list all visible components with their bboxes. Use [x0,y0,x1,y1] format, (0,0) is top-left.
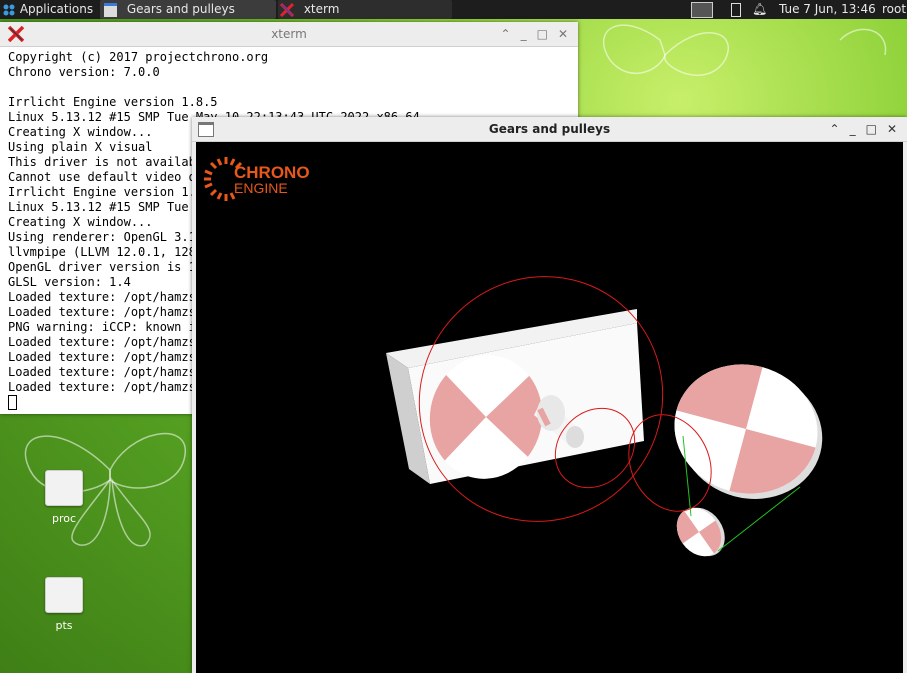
folder-icon [45,577,83,613]
user-menu[interactable]: root [882,0,906,19]
desktop-icon-proc[interactable]: proc [34,470,94,525]
logo-text-engine: ENGINE [234,180,288,196]
xterm-titlebar[interactable]: xterm ⌃ _ □ ✕ [0,22,578,47]
gears-titlebar[interactable]: Gears and pulleys ⌃ _ □ ✕ [192,117,907,142]
window-icon [104,2,117,17]
gears-title: Gears and pulleys [488,122,611,136]
desktop-icon-pts[interactable]: pts [34,577,94,632]
small-pulley [667,507,731,557]
chrono-engine-logo: CHRONO ENGINE [204,157,310,201]
minimize-icon[interactable]: _ [521,27,529,41]
taskbar-item-xterm[interactable]: xterm [278,0,452,19]
taskbar-item-xterm-label: xterm [303,2,340,16]
restore-icon[interactable]: □ [537,27,550,41]
close-icon[interactable]: ✕ [558,27,570,41]
maximize-up-icon[interactable]: ⌃ [501,27,513,41]
notification-bell-icon[interactable]: 🔔︎ [752,0,767,19]
terminal-line: Irrlicht Engine version 1.8.5 [8,95,218,109]
gears-window[interactable]: Gears and pulleys ⌃ _ □ ✕ CHRONO ENGINE [192,117,907,673]
desktop-icon-pts-label: pts [55,619,73,632]
taskbar-item-gears[interactable]: Gears and pulleys [100,0,276,19]
terminal-line: Copyright (c) 2017 projectchrono.org [8,50,269,64]
maximize-up-icon[interactable]: ⌃ [830,122,842,136]
terminal-line: Chrono version: 7.0.0 [8,65,160,79]
3d-viewport[interactable]: CHRONO ENGINE [196,142,903,673]
workspace-switcher-icon[interactable] [691,0,717,19]
large-pulley [659,348,824,510]
applications-label: Applications [19,2,94,16]
xterm-title: xterm [271,27,307,41]
minimize-icon[interactable]: _ [850,122,858,136]
close-icon[interactable]: ✕ [887,122,899,136]
battery-icon[interactable] [731,0,741,19]
clock[interactable]: Tue 7 Jun, 13:46 [779,0,876,19]
xterm-window-controls: ⌃ _ □ ✕ [493,22,570,46]
restore-icon[interactable]: □ [866,122,879,136]
gears-window-controls: ⌃ _ □ ✕ [822,117,899,141]
xterm-icon [279,2,295,17]
taskbar-item-gears-label: Gears and pulleys [126,2,235,16]
terminal-cursor [8,395,17,410]
desktop-icon-proc-label: proc [51,512,77,525]
applications-icon [2,3,16,17]
folder-icon [45,470,83,506]
top-panel: Applications ⋮ Gears and pulleys xterm 🔔… [0,0,907,19]
applications-menu[interactable]: Applications ⋮ [2,0,109,19]
